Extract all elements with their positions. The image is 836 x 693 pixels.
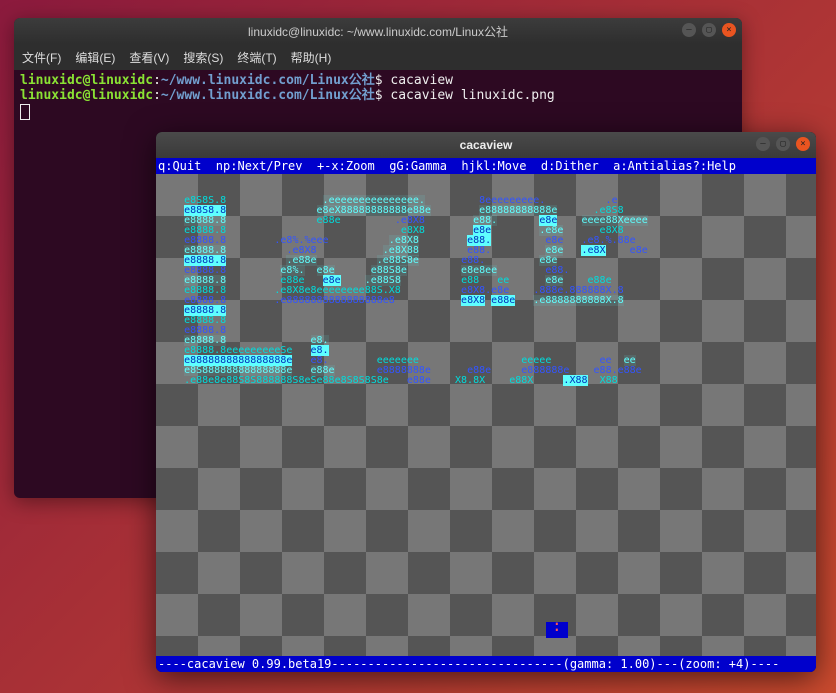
status-zoom: +4 (729, 657, 743, 671)
status-version: 0.99.beta19 (252, 657, 331, 671)
status-gamma: 1.00 (620, 657, 649, 671)
prompt-user-2: linuxidc@linuxidc (20, 88, 153, 103)
terminal-cursor (20, 104, 30, 120)
cacaview-title: cacaview (460, 138, 513, 152)
terminal-menubar: 文件(F) 编辑(E) 查看(V) 搜索(S) 终端(T) 帮助(H) (14, 44, 742, 70)
prompt-dollar: $ (375, 73, 383, 88)
menu-terminal[interactable]: 终端(T) (237, 49, 276, 66)
menu-search[interactable]: 搜索(S) (183, 49, 223, 66)
maximize-button[interactable]: ▢ (776, 137, 790, 151)
menu-view[interactable]: 查看(V) (129, 49, 169, 66)
command-1: cacaview (390, 73, 453, 88)
terminal-titlebar[interactable]: linuxidc@linuxidc: ~/www.linuxidc.com/Li… (14, 18, 742, 44)
prompt-path: ~/www.linuxidc.com/Linux公社 (161, 73, 375, 88)
prompt-path-2: ~/www.linuxidc.com/Linux公社 (161, 88, 375, 103)
menu-file[interactable]: 文件(F) (22, 49, 61, 66)
status-mid: --------------------------------(gamma: (331, 657, 620, 671)
command-2: cacaview linuxidc.png (390, 88, 554, 103)
cacaview-status-bar: ----cacaview 0.99.beta19----------------… (156, 656, 816, 672)
selection-indicator: : (546, 622, 568, 638)
menu-edit[interactable]: 编辑(E) (75, 49, 115, 66)
prompt-user: linuxidc@linuxidc (20, 73, 153, 88)
maximize-button[interactable]: ▢ (702, 23, 716, 37)
cacaview-help-bar: q:Quit np:Next/Prev +-x:Zoom gG:Gamma hj… (156, 158, 816, 174)
cacaview-canvas[interactable]: e8S8S.8 .eeeeeeeeeeeeeee. 8eeeeeeeee. .e… (156, 174, 816, 656)
minimize-button[interactable]: – (682, 23, 696, 37)
close-button[interactable]: × (722, 23, 736, 37)
minimize-button[interactable]: – (756, 137, 770, 151)
cacaview-titlebar[interactable]: cacaview – ▢ × (156, 132, 816, 158)
menu-help[interactable]: 帮助(H) (291, 49, 332, 66)
cacaview-window: cacaview – ▢ × q:Quit np:Next/Prev +-x:Z… (156, 132, 816, 672)
ascii-art: e8S8S.8 .eeeeeeeeeeeeeee. 8eeeeeeeee. .e… (166, 186, 806, 396)
terminal-title: linuxidc@linuxidc: ~/www.linuxidc.com/Li… (248, 23, 508, 40)
status-suffix: )---- (743, 657, 779, 671)
status-mid2: )---(zoom: (649, 657, 728, 671)
close-button[interactable]: × (796, 137, 810, 151)
status-prefix: ----cacaview (158, 657, 252, 671)
prompt-dollar-2: $ (375, 88, 383, 103)
prompt-sep: : (153, 73, 161, 88)
prompt-sep-2: : (153, 88, 161, 103)
terminal-output[interactable]: linuxidc@linuxidc:~/www.linuxidc.com/Lin… (14, 70, 742, 125)
